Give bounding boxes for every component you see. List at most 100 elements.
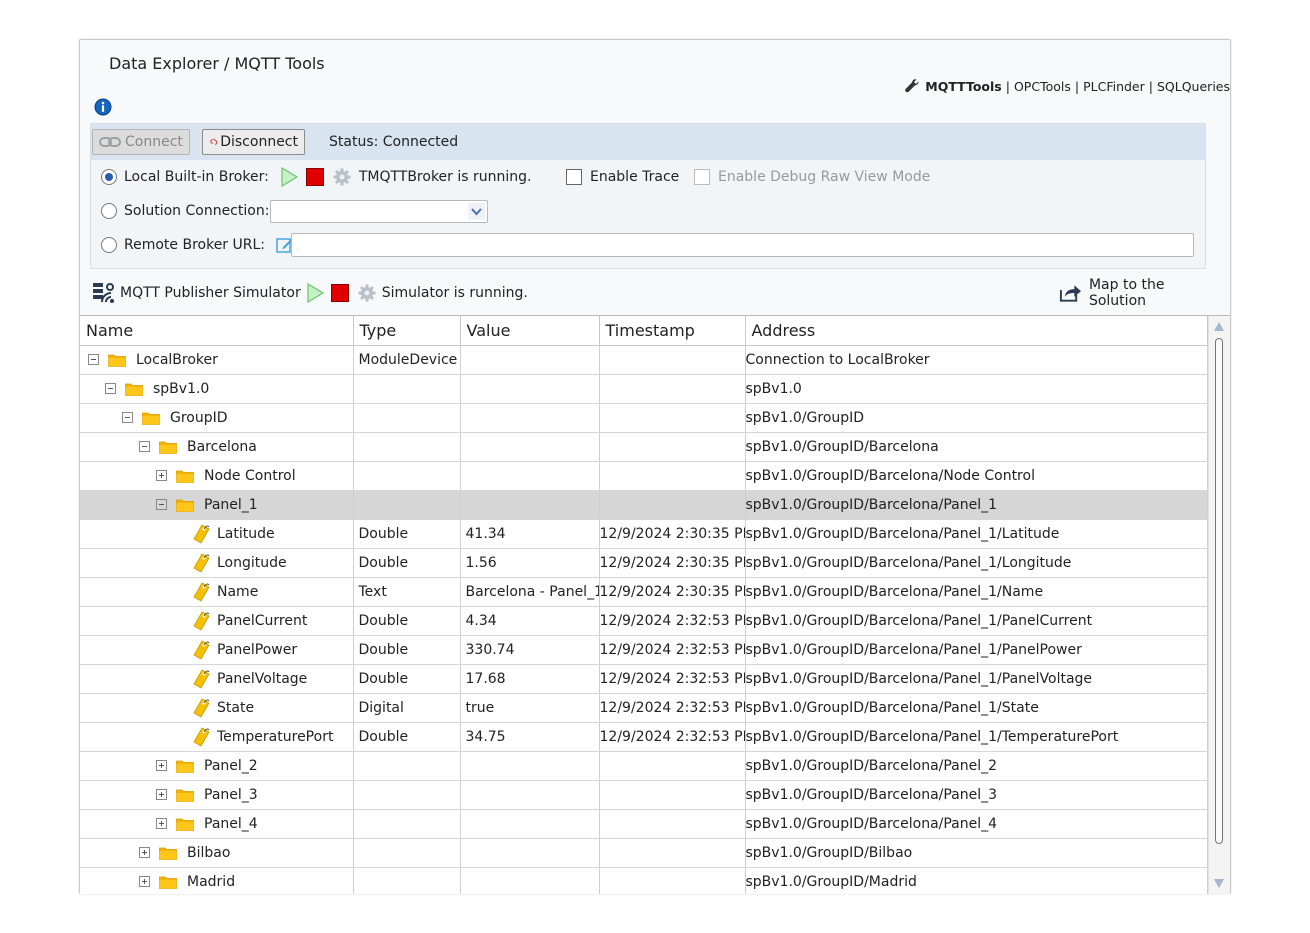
- remote-broker-option: Remote Broker URL:: [101, 233, 295, 257]
- collapse-icon[interactable]: [88, 354, 99, 365]
- cell-type: Double: [353, 635, 461, 665]
- table-row[interactable]: Node Control spBv1.0/GroupID/Barcelona/No…: [80, 461, 1208, 491]
- table-row[interactable]: Panel_3 spBv1.0/GroupID/Barcelona/Panel_3: [80, 780, 1208, 810]
- local-broker-option: Local Built-in Broker: TMQTTBroker is ru…: [101, 165, 531, 189]
- row-name: Panel_1: [204, 496, 258, 513]
- cell-timestamp: 12/9/2024 2:32:53 PM: [599, 664, 746, 694]
- scroll-up-icon[interactable]: [1214, 322, 1224, 331]
- nav-sqlqueries[interactable]: SQLQueries: [1157, 79, 1230, 94]
- cell-timestamp: [599, 490, 746, 520]
- nav-plcfinder[interactable]: PLCFinder: [1083, 79, 1145, 94]
- cell-name: Panel_1: [80, 490, 354, 520]
- collapse-icon[interactable]: [122, 412, 133, 423]
- simulator-control: MQTT Publisher Simulator Simulator is ru…: [92, 280, 528, 306]
- cell-type: [353, 838, 461, 868]
- remote-broker-url-input[interactable]: [291, 233, 1194, 257]
- vertical-scrollbar[interactable]: [1208, 316, 1230, 894]
- expand-icon[interactable]: [156, 760, 167, 771]
- table-row[interactable]: Panel_2 spBv1.0/GroupID/Barcelona/Panel_2: [80, 751, 1208, 781]
- cell-type: [353, 490, 461, 520]
- expand-icon[interactable]: [156, 818, 167, 829]
- table-row[interactable]: Panel_4 spBv1.0/GroupID/Barcelona/Panel_4: [80, 809, 1208, 839]
- stop-icon[interactable]: [305, 168, 324, 186]
- cell-address: Connection to LocalBroker: [745, 345, 1208, 375]
- table-row[interactable]: LocalBroker ModuleDevice Connection to Loc…: [80, 345, 1208, 375]
- row-name: PanelCurrent: [217, 612, 308, 629]
- row-name: Latitude: [217, 525, 275, 542]
- table-row[interactable]: Latitude Double 41.34 12/9/2024 2:30:35 PM s…: [80, 519, 1208, 549]
- solution-connection-select[interactable]: [270, 200, 488, 223]
- cell-timestamp: [599, 432, 746, 462]
- table-row[interactable]: GroupID spBv1.0/GroupID: [80, 403, 1208, 433]
- col-header-type[interactable]: Type: [353, 316, 461, 346]
- row-name: Bilbao: [187, 844, 231, 861]
- local-broker-radio[interactable]: [101, 169, 117, 185]
- cell-type: [353, 403, 461, 433]
- scroll-thumb[interactable]: [1215, 338, 1223, 844]
- nav-opctools[interactable]: OPCTools: [1014, 79, 1071, 94]
- remote-broker-radio[interactable]: [101, 237, 117, 253]
- page-title: Data Explorer / MQTT Tools: [109, 54, 325, 73]
- connect-button[interactable]: Connect: [92, 129, 190, 155]
- stop-icon[interactable]: [330, 284, 349, 302]
- cell-timestamp: 12/9/2024 2:30:35 PM: [599, 548, 746, 578]
- grid-body: LocalBroker ModuleDevice Connection to Loc…: [80, 345, 1208, 894]
- cell-value: [460, 867, 600, 894]
- play-icon[interactable]: [279, 167, 299, 187]
- solution-connection-radio[interactable]: [101, 203, 117, 219]
- broken-link-icon: [210, 138, 218, 145]
- cell-type: Double: [353, 664, 461, 694]
- scroll-down-icon[interactable]: [1214, 879, 1224, 888]
- table-row[interactable]: Name Text Barcelona - Panel_1 12/9/2024 2:3…: [80, 577, 1208, 607]
- col-header-address[interactable]: Address: [745, 316, 1208, 346]
- disconnect-button[interactable]: Disconnect: [202, 129, 305, 155]
- col-header-name[interactable]: Name: [80, 316, 354, 346]
- disconnect-label: Disconnect: [220, 134, 298, 150]
- table-row[interactable]: Madrid spBv1.0/GroupID/Madrid: [80, 867, 1208, 894]
- cell-name: Latitude: [80, 519, 354, 549]
- folder-icon: [108, 354, 126, 367]
- table-row[interactable]: Longitude Double 1.56 12/9/2024 2:30:35 PM s…: [80, 548, 1208, 578]
- tag-icon: [193, 552, 210, 573]
- debug-raw-checkbox[interactable]: [694, 169, 710, 185]
- table-row[interactable]: Bilbao spBv1.0/GroupID/Bilbao: [80, 838, 1208, 868]
- table-row[interactable]: PanelPower Double 330.74 12/9/2024 2:32:53 …: [80, 635, 1208, 665]
- play-icon[interactable]: [305, 283, 325, 303]
- enable-trace-checkbox[interactable]: [566, 169, 582, 185]
- nav-mqtttools[interactable]: MQTTTools: [925, 79, 1001, 94]
- info-icon[interactable]: [94, 98, 112, 116]
- simulator-status: Simulator is running.: [381, 285, 528, 301]
- col-header-value[interactable]: Value: [460, 316, 600, 346]
- expand-icon[interactable]: [156, 470, 167, 481]
- cell-address: spBv1.0/GroupID/Barcelona/Panel_1/PanelP…: [745, 635, 1208, 665]
- table-row[interactable]: PanelVoltage Double 17.68 12/9/2024 2:32:53…: [80, 664, 1208, 694]
- expand-icon[interactable]: [139, 876, 150, 887]
- cell-address: spBv1.0/GroupID/Barcelona/Panel_1/PanelC…: [745, 606, 1208, 636]
- cell-type: [353, 867, 461, 894]
- cell-value: [460, 461, 600, 491]
- collapse-icon[interactable]: [105, 383, 116, 394]
- table-row[interactable]: PanelCurrent Double 4.34 12/9/2024 2:32:53 …: [80, 606, 1208, 636]
- map-to-solution-button[interactable]: Map to the Solution: [1059, 277, 1220, 309]
- cell-name: Name: [80, 577, 354, 607]
- table-row[interactable]: Barcelona spBv1.0/GroupID/Barcelona: [80, 432, 1208, 462]
- row-name: Madrid: [187, 873, 236, 890]
- cell-address: spBv1.0/GroupID/Madrid: [745, 867, 1208, 894]
- cell-name: Panel_3: [80, 780, 354, 810]
- table-row[interactable]: State Digital true 12/9/2024 2:32:53 PM spBv…: [80, 693, 1208, 723]
- cell-timestamp: 12/9/2024 2:32:53 PM: [599, 606, 746, 636]
- col-header-timestamp[interactable]: Timestamp: [599, 316, 746, 346]
- expand-icon[interactable]: [139, 847, 150, 858]
- table-row[interactable]: Panel_1 spBv1.0/GroupID/Barcelona/Panel_1: [80, 490, 1208, 520]
- collapse-icon[interactable]: [139, 441, 150, 452]
- collapse-icon[interactable]: [156, 499, 167, 510]
- cell-name: PanelVoltage: [80, 664, 354, 694]
- table-row[interactable]: spBv1.0 spBv1.0: [80, 374, 1208, 404]
- cell-timestamp: 12/9/2024 2:32:53 PM: [599, 693, 746, 723]
- cell-name: Panel_2: [80, 751, 354, 781]
- cell-name: Longitude: [80, 548, 354, 578]
- enable-trace-label: Enable Trace: [590, 169, 680, 185]
- table-row[interactable]: TemperaturePort Double 34.75 12/9/2024 2:32…: [80, 722, 1208, 752]
- expand-icon[interactable]: [156, 789, 167, 800]
- enable-trace-option: Enable Trace: [566, 165, 679, 189]
